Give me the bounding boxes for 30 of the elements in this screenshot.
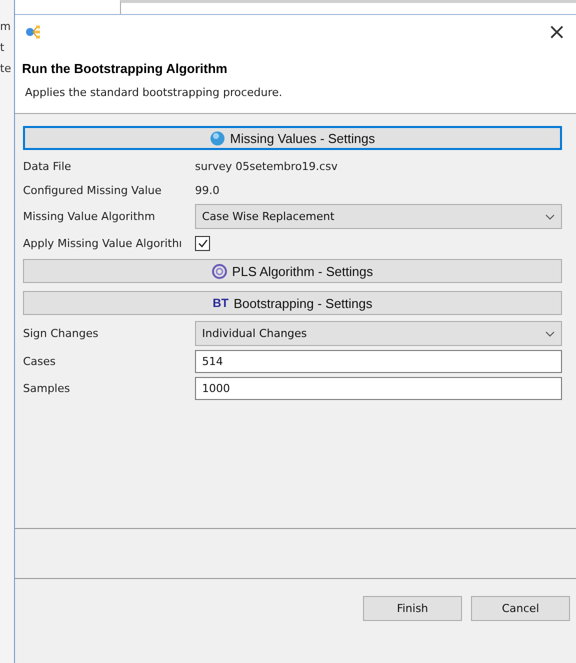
background-text: m — [0, 20, 12, 33]
field-label: Data File — [23, 160, 72, 172]
checkbox[interactable] — [195, 236, 210, 250]
dropdown[interactable]: Case Wise Replacement — [195, 204, 562, 229]
chevron-down-icon — [545, 214, 555, 220]
section-button[interactable]: PLS Algorithm - Settings — [23, 259, 562, 283]
field-value: survey 05setembro19.csv — [195, 160, 339, 172]
dialog-description: Applies the standard bootstrapping procedure. — [24, 86, 284, 99]
field-label: Apply Missing Value Algorithı — [23, 236, 183, 250]
dialog-title: Run the Bootstrapping Algorithm — [22, 61, 228, 76]
field-label: Configured Missing Value — [23, 184, 163, 196]
field-label: Samples — [23, 382, 71, 395]
dialog-button[interactable]: Cancel — [471, 596, 570, 621]
section-button[interactable]: Missing Values - Settings — [23, 126, 562, 150]
dialog-button[interactable]: Finish — [363, 596, 462, 621]
input-field[interactable]: 1000 — [195, 377, 562, 400]
chevron-down-icon — [545, 330, 555, 336]
input-field[interactable]: 514 — [195, 350, 562, 373]
help-icon — [210, 130, 225, 146]
close-button[interactable]: × — [544, 20, 570, 44]
background-text: te — [0, 62, 12, 75]
field-label: Cases — [23, 355, 57, 368]
field-value: 99.0 — [195, 184, 220, 196]
check-icon — [198, 238, 208, 248]
background-text: t — [0, 41, 6, 54]
section-button[interactable]: BT Bootstrapping - Settings — [23, 291, 562, 315]
field-label: Sign Changes — [23, 327, 100, 340]
dropdown[interactable]: Individual Changes — [195, 321, 562, 346]
field-label: Missing Value Algorithm — [23, 210, 156, 223]
app-icon — [25, 25, 41, 39]
